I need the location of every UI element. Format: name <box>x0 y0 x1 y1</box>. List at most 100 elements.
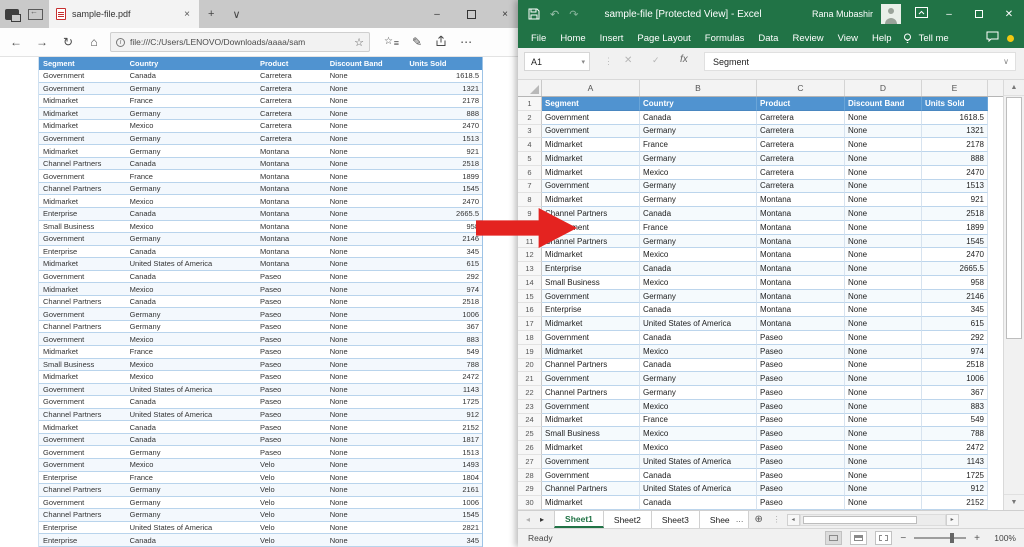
vertical-scroll-thumb[interactable] <box>1006 97 1022 339</box>
sheet-tab-sheet3[interactable]: Sheet3 <box>652 511 700 528</box>
grid-cell[interactable]: Carretera <box>757 180 845 194</box>
grid-cell[interactable]: Germany <box>640 180 757 194</box>
page-info-icon[interactable]: i <box>116 38 125 47</box>
avatar[interactable] <box>881 4 901 24</box>
grid-cell[interactable]: 974 <box>922 345 988 359</box>
formula-input[interactable]: Segment ∨ <box>704 52 1016 71</box>
row-header[interactable]: 24 <box>518 414 542 428</box>
grid-cell[interactable]: 912 <box>922 482 988 496</box>
grid-cell[interactable]: Montana <box>757 276 845 290</box>
tab-actions-icon[interactable]: ∨ <box>223 0 249 28</box>
edge-close-button[interactable]: × <box>488 0 522 28</box>
grid-cell[interactable]: Germany <box>640 235 757 249</box>
grid-cell[interactable]: None <box>845 455 922 469</box>
grid-cell[interactable]: Carretera <box>757 138 845 152</box>
tab-preview-icon[interactable] <box>28 9 43 20</box>
grid-cell[interactable]: Canada <box>640 303 757 317</box>
edge-minimize-button[interactable]: – <box>420 0 454 28</box>
horizontal-scroll-thumb[interactable] <box>803 516 917 524</box>
row-header[interactable]: 29 <box>518 482 542 496</box>
row-header[interactable]: 12 <box>518 248 542 262</box>
user-name[interactable]: Rana Mubashir <box>812 9 873 19</box>
home-icon[interactable]: ⌂ <box>84 35 104 49</box>
grid-cell[interactable]: Germany <box>640 125 757 139</box>
comment-icon[interactable] <box>986 29 999 47</box>
grid-cell[interactable]: 1513 <box>922 180 988 194</box>
grid-cell[interactable]: 888 <box>922 152 988 166</box>
grid-cell[interactable]: Montana <box>757 235 845 249</box>
tab-review[interactable]: Review <box>785 33 830 44</box>
grid-cell[interactable]: 2472 <box>922 441 988 455</box>
row-header[interactable]: 2 <box>518 111 542 125</box>
grid-cell[interactable]: Canada <box>640 359 757 373</box>
grid-cell[interactable]: Montana <box>757 317 845 331</box>
new-tab-button[interactable]: + <box>199 0 223 28</box>
back-icon[interactable]: ← <box>6 35 26 49</box>
web-notes-pen-icon[interactable]: ✎ <box>412 35 422 49</box>
grid-cell[interactable]: Montana <box>757 248 845 262</box>
address-bar[interactable]: i file:///C:/Users/LENOVO/Downloads/aaaa… <box>110 32 370 52</box>
confirm-entry-icon[interactable]: ✓ <box>652 55 660 66</box>
grid-cell[interactable]: None <box>845 221 922 235</box>
favorites-list-icon[interactable]: ☆ ≡ <box>384 36 399 49</box>
grid-cell[interactable]: 2665.5 <box>922 262 988 276</box>
row-header[interactable]: 6 <box>518 166 542 180</box>
zoom-out-icon[interactable]: − <box>900 533 906 544</box>
new-sheet-icon[interactable]: ⊕ <box>749 511 769 528</box>
grid-cell[interactable]: Midmarket <box>542 496 640 510</box>
row-header[interactable]: 30 <box>518 496 542 510</box>
grid-cell[interactable]: Government <box>542 400 640 414</box>
grid-cell[interactable]: Small Business <box>542 276 640 290</box>
grid-cell[interactable]: Mexico <box>640 166 757 180</box>
grid-cell[interactable]: Midmarket <box>542 441 640 455</box>
row-header[interactable]: 22 <box>518 386 542 400</box>
grid-cell[interactable]: Paseo <box>757 345 845 359</box>
grid-cell[interactable]: Midmarket <box>542 317 640 331</box>
tabs-set-aside-icon[interactable] <box>5 9 19 20</box>
row-header[interactable]: 21 <box>518 372 542 386</box>
browser-tab[interactable]: sample-file.pdf × <box>49 0 199 28</box>
grid-cell[interactable]: Paseo <box>757 414 845 428</box>
grid-cell[interactable]: United States of America <box>640 482 757 496</box>
grid-cell[interactable]: Midmarket <box>542 152 640 166</box>
row-header[interactable]: 14 <box>518 276 542 290</box>
grid-cell[interactable]: None <box>845 138 922 152</box>
sheet-tab-sheet4[interactable]: Shee <box>700 511 732 528</box>
hidden-sheets-ellipsis[interactable]: … <box>732 511 749 528</box>
grid-cell[interactable]: 549 <box>922 414 988 428</box>
tab-page-layout[interactable]: Page Layout <box>630 33 697 44</box>
grid-cell[interactable]: Paseo <box>757 469 845 483</box>
grid-cell[interactable]: Government <box>542 455 640 469</box>
url-text[interactable]: file:///C:/Users/LENOVO/Downloads/aaaa/s… <box>130 37 349 47</box>
horizontal-scrollbar[interactable]: ◂ ▸ <box>787 511 959 528</box>
excel-close-button[interactable]: ✕ <box>994 0 1024 28</box>
row-header[interactable]: 4 <box>518 138 542 152</box>
grid-cell[interactable]: None <box>845 469 922 483</box>
row-header[interactable]: 17 <box>518 317 542 331</box>
grid-cell[interactable]: Paseo <box>757 455 845 469</box>
excel-minimize-button[interactable]: – <box>934 0 964 28</box>
grid-cell[interactable]: None <box>845 414 922 428</box>
redo-icon[interactable]: ↷ <box>569 8 578 21</box>
expand-formula-bar-icon[interactable]: ∨ <box>1003 57 1015 66</box>
grid-cell[interactable]: 1618.5 <box>922 111 988 125</box>
grid-cell[interactable]: Mexico <box>640 345 757 359</box>
grid-cell[interactable]: Canada <box>640 469 757 483</box>
row-header[interactable]: 5 <box>518 152 542 166</box>
name-box-dropdown-icon[interactable]: ▾ <box>581 58 589 66</box>
row-header[interactable]: 27 <box>518 455 542 469</box>
grid-cell[interactable]: 958 <box>922 276 988 290</box>
grid-cell[interactable]: None <box>845 496 922 510</box>
row-header[interactable]: 11 <box>518 235 542 249</box>
grid-cell[interactable]: None <box>845 262 922 276</box>
sheet-nav-right-icon[interactable]: ▸ <box>540 515 544 524</box>
grid-cell[interactable]: None <box>845 317 922 331</box>
tab-file[interactable]: File <box>524 33 553 44</box>
ribbon-display-options-icon[interactable] <box>915 5 928 23</box>
grid-cell[interactable]: Mexico <box>640 276 757 290</box>
grid-cell[interactable]: None <box>845 180 922 194</box>
grid-cell[interactable]: Paseo <box>757 427 845 441</box>
grid-cell[interactable]: None <box>845 482 922 496</box>
grid-cell[interactable]: Small Business <box>542 427 640 441</box>
grid-cell[interactable]: Germany <box>640 372 757 386</box>
